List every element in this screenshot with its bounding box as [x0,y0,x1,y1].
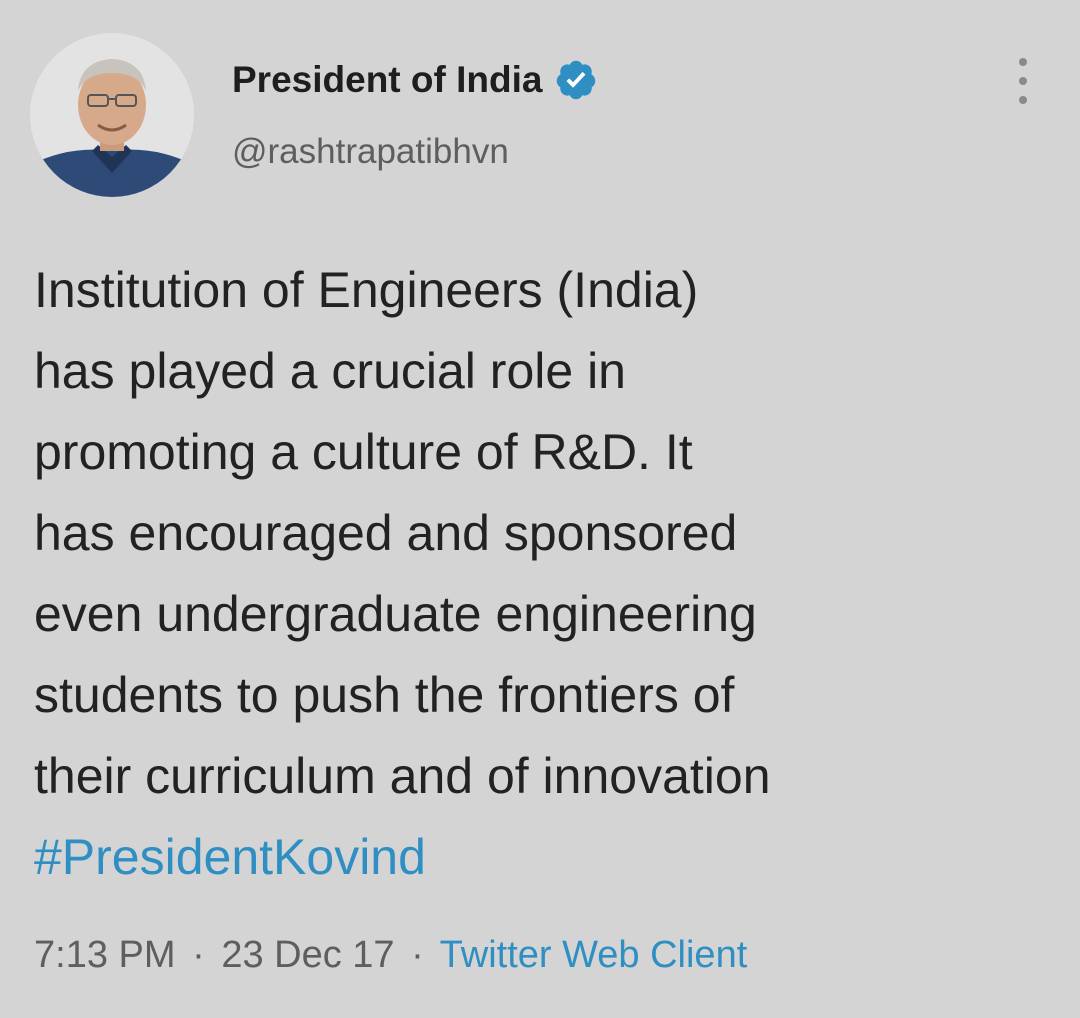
tweet-meta: 7:13 PM · 23 Dec 17 · Twitter Web Client [34,934,747,977]
tweet-text-line: has encouraged and sponsored [34,505,738,561]
tweet-card: President of India @rashtrapatibhvn Inst… [0,0,1080,1018]
tweet-text-line: even undergraduate engineering [34,586,757,642]
author-name-row[interactable]: President of India [232,54,598,106]
meta-separator: · [192,934,205,976]
verified-badge-icon [554,58,598,102]
avatar[interactable] [30,33,194,197]
tweet-text-line: promoting a culture of R&D. It [34,424,693,480]
author-handle[interactable]: @rashtrapatibhvn [232,132,509,172]
tweet-text-line: Institution of Engineers (India) [34,262,699,318]
tweet-text: Institution of Engineers (India) has pla… [34,250,1064,898]
hashtag-link[interactable]: #PresidentKovind [34,817,1064,898]
more-dot [1019,58,1027,66]
more-dot [1019,77,1027,85]
more-options-icon[interactable] [1008,58,1038,104]
more-dot [1019,96,1027,104]
tweet-text-line: students to push the frontiers of [34,667,735,723]
meta-separator: · [411,934,424,976]
tweet-time[interactable]: 7:13 PM [34,934,176,976]
display-name[interactable]: President of India [232,59,542,101]
tweet-client-link[interactable]: Twitter Web Client [440,934,748,976]
tweet-text-line: their curriculum and of innovation [34,748,771,804]
tweet-date[interactable]: 23 Dec 17 [221,934,394,976]
tweet-text-line: has played a crucial role in [34,343,626,399]
